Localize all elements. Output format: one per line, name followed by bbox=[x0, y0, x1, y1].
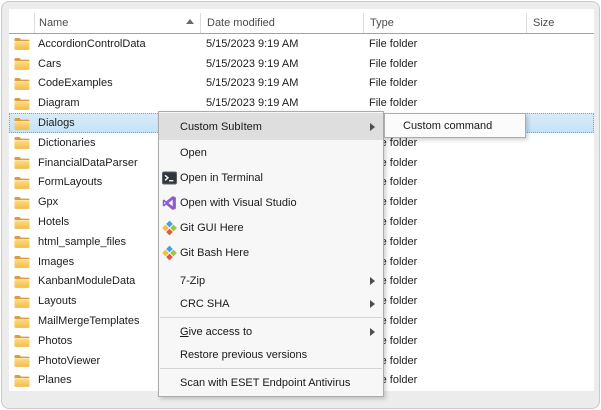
folder-icon bbox=[9, 37, 34, 50]
file-type: File folder bbox=[363, 315, 526, 327]
file-type: File folder bbox=[363, 77, 526, 89]
column-header-icon[interactable] bbox=[9, 13, 34, 33]
context-menu-item-7-zip[interactable]: 7-Zip bbox=[159, 269, 383, 292]
folder-icon bbox=[9, 315, 34, 328]
file-type: File folder bbox=[363, 275, 526, 287]
app-background: Name Date modified Type Size AccordionCo… bbox=[1, 1, 600, 409]
folder-icon bbox=[9, 156, 34, 169]
file-type: File folder bbox=[363, 335, 526, 347]
folder-icon bbox=[9, 196, 34, 209]
folder-icon bbox=[9, 77, 34, 90]
context-menu-item-give-access-to[interactable]: Give access to bbox=[159, 320, 383, 343]
file-name: Diagram bbox=[34, 97, 200, 109]
visual-studio-icon bbox=[161, 195, 177, 210]
file-date-modified: 5/15/2023 9:19 AM bbox=[200, 97, 363, 109]
submenu-arrow-icon bbox=[370, 277, 375, 285]
column-header-date-label: Date modified bbox=[207, 17, 275, 29]
git-icon bbox=[161, 220, 177, 235]
column-header-name[interactable]: Name bbox=[34, 13, 200, 33]
context-submenu: Custom command bbox=[384, 113, 526, 138]
file-type: File folder bbox=[363, 176, 526, 188]
file-type: File folder bbox=[363, 157, 526, 169]
folder-icon bbox=[9, 57, 34, 70]
file-name: AccordionControlData bbox=[34, 38, 200, 50]
folder-icon bbox=[9, 176, 34, 189]
folder-icon bbox=[9, 374, 34, 387]
file-date-modified: 5/15/2023 9:19 AM bbox=[200, 38, 363, 50]
column-header-row: Name Date modified Type Size bbox=[9, 13, 594, 34]
file-type: File folder bbox=[363, 196, 526, 208]
file-type: File folder bbox=[363, 58, 526, 70]
menu-item-custom-command[interactable]: Custom command bbox=[385, 114, 525, 137]
submenu-arrow-icon bbox=[370, 300, 375, 308]
folder-icon bbox=[9, 97, 34, 110]
context-menu-item-open-in-terminal[interactable]: Open in Terminal bbox=[159, 165, 383, 190]
folder-icon bbox=[9, 136, 34, 149]
context-menu-item-open[interactable]: Open bbox=[159, 140, 383, 165]
context-menu-item-open-with-visual-studio[interactable]: Open with Visual Studio bbox=[159, 190, 383, 215]
folder-icon bbox=[9, 354, 34, 367]
file-type: File folder bbox=[363, 355, 526, 367]
column-header-size-label: Size bbox=[533, 17, 554, 29]
file-row[interactable]: Cars 5/15/2023 9:19 AM File folder bbox=[9, 54, 594, 74]
menu-separator bbox=[160, 368, 382, 369]
file-type: File folder bbox=[363, 38, 526, 50]
column-header-name-label: Name bbox=[39, 17, 68, 29]
file-type: File folder bbox=[363, 216, 526, 228]
folder-icon bbox=[9, 235, 34, 248]
context-menu-item-crc-sha[interactable]: CRC SHA bbox=[159, 292, 383, 315]
submenu-arrow-icon bbox=[370, 328, 375, 336]
column-header-size[interactable]: Size bbox=[526, 13, 594, 33]
context-menu-item-git-gui-here[interactable]: Git GUI Here bbox=[159, 215, 383, 240]
file-name: CodeExamples bbox=[34, 77, 200, 89]
file-type: File folder bbox=[363, 137, 526, 149]
folder-icon bbox=[9, 117, 34, 130]
terminal-icon bbox=[161, 170, 177, 185]
context-menu-item-git-bash-here[interactable]: Git Bash Here bbox=[159, 240, 383, 265]
column-header-date-modified[interactable]: Date modified bbox=[200, 13, 363, 33]
sort-ascending-icon bbox=[186, 19, 194, 24]
file-date-modified: 5/15/2023 9:19 AM bbox=[200, 58, 363, 70]
file-row[interactable]: CodeExamples 5/15/2023 9:19 AM File fold… bbox=[9, 74, 594, 94]
file-row[interactable]: AccordionControlData 5/15/2023 9:19 AM F… bbox=[9, 34, 594, 54]
file-type: File folder bbox=[363, 256, 526, 268]
folder-icon bbox=[9, 216, 34, 229]
folder-icon bbox=[9, 295, 34, 308]
file-date-modified: 5/15/2023 9:19 AM bbox=[200, 77, 363, 89]
context-menu-item-custom-subitem[interactable]: Custom SubItem bbox=[159, 113, 383, 140]
folder-icon bbox=[9, 275, 34, 288]
context-menu-item-restore-previous-versions[interactable]: Restore previous versions bbox=[159, 343, 383, 366]
file-name: Cars bbox=[34, 58, 200, 70]
folder-icon bbox=[9, 334, 34, 347]
file-type: File folder bbox=[363, 236, 526, 248]
column-header-type-label: Type bbox=[370, 17, 394, 29]
git-icon bbox=[161, 245, 177, 260]
file-type: File folder bbox=[363, 295, 526, 307]
file-type: File folder bbox=[363, 374, 526, 386]
folder-icon bbox=[9, 255, 34, 268]
file-type: File folder bbox=[363, 97, 526, 109]
menu-separator bbox=[160, 317, 382, 318]
column-header-type[interactable]: Type bbox=[363, 13, 526, 33]
context-menu-item-scan-with-eset-endpoint-antivirus[interactable]: Scan with ESET Endpoint Antivirus bbox=[159, 371, 383, 394]
submenu-arrow-icon bbox=[370, 123, 375, 131]
context-menu: Custom SubItem Open Open in Terminal Ope… bbox=[158, 111, 384, 397]
